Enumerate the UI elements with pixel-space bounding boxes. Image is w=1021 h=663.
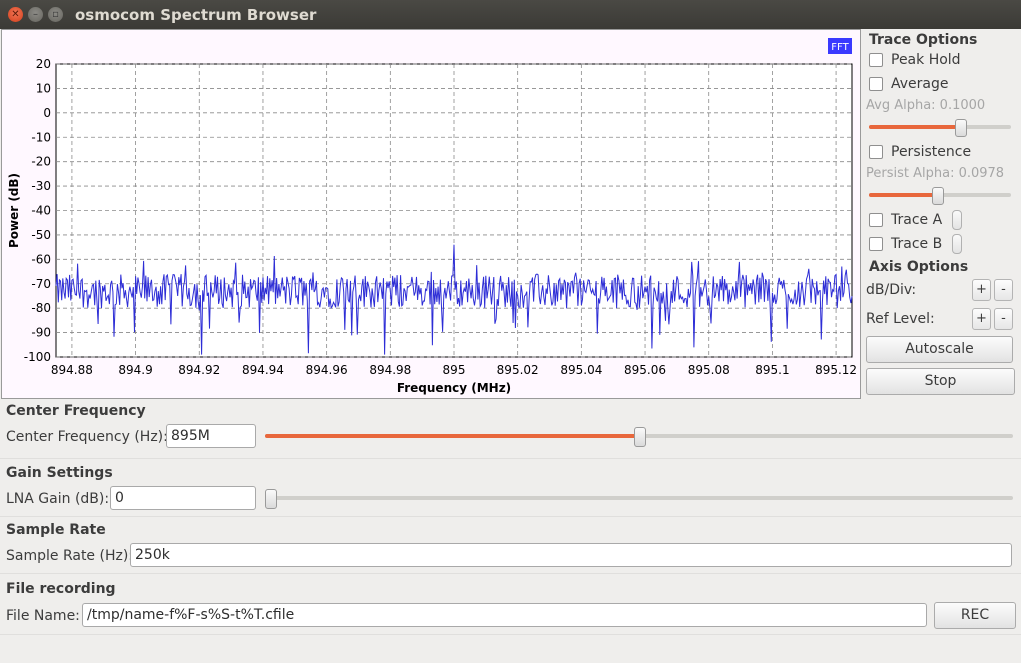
axis-options-title: Axis Options <box>869 259 969 275</box>
y-tick-label: -40 <box>31 204 51 218</box>
maximize-window-button[interactable]: ▫ <box>48 7 63 22</box>
x-tick-label: 894.94 <box>242 363 284 377</box>
average-checkbox[interactable]: Average <box>869 76 949 92</box>
peak-hold-label: Peak Hold <box>891 52 961 68</box>
y-tick-label: -80 <box>31 301 51 315</box>
x-tick-label: 895.06 <box>624 363 666 377</box>
x-tick-label: 894.88 <box>51 363 93 377</box>
y-tick-label: -50 <box>31 228 51 242</box>
peak-hold-checkbox[interactable]: Peak Hold <box>869 52 961 68</box>
trace-a-checkbox-box[interactable] <box>869 213 883 227</box>
controls-area: Center Frequency Center Frequency (Hz): … <box>0 399 1021 663</box>
y-tick-label: -30 <box>31 179 51 193</box>
trace-b-label: Trace B <box>891 236 943 252</box>
x-tick-label: 894.92 <box>178 363 220 377</box>
center-frequency-slider-handle[interactable] <box>634 427 646 447</box>
lna-gain-label: LNA Gain (dB): <box>6 491 110 507</box>
x-tick-label: 895.12 <box>815 363 857 377</box>
rec-button[interactable]: REC <box>934 602 1016 629</box>
x-tick-label: 895 <box>443 363 466 377</box>
persistence-checkbox-box[interactable] <box>869 145 883 159</box>
gain-section-title: Gain Settings <box>6 465 113 481</box>
autoscale-button[interactable]: Autoscale <box>866 336 1013 363</box>
y-tick-label: 20 <box>36 57 51 71</box>
x-tick-label: 895.1 <box>755 363 789 377</box>
trace-b-checkbox[interactable]: Trace B <box>869 236 942 252</box>
avg-alpha-slider-handle[interactable] <box>954 119 967 137</box>
separator <box>0 516 1021 517</box>
sample-rate-section-title: Sample Rate <box>6 522 106 538</box>
average-checkbox-box[interactable] <box>869 77 883 91</box>
persistence-label: Persistence <box>891 144 972 160</box>
x-tick-label: 895.08 <box>688 363 730 377</box>
sample-rate-input[interactable]: 250k <box>130 543 1012 567</box>
db-div-plus-button[interactable]: + <box>972 279 991 301</box>
lna-gain-input[interactable]: 0 <box>110 486 256 510</box>
trace-a-handle[interactable] <box>952 210 962 230</box>
file-recording-section-title: File recording <box>6 581 116 597</box>
avg-alpha-slider-fill <box>869 125 960 129</box>
options-panel: Trace Options Peak Hold Average Avg Alph… <box>862 29 1019 399</box>
y-tick-label: -70 <box>31 277 51 291</box>
db-div-label: dB/Div: <box>866 282 917 298</box>
ref-level-label: Ref Level: <box>866 311 935 327</box>
center-frequency-slider[interactable] <box>265 427 1013 447</box>
spectrum-plot[interactable]: 894.88 894.9 894.92 894.94 894.96 894.98 895 89… <box>2 30 860 398</box>
ref-level-plus-button[interactable]: + <box>972 308 991 330</box>
window-title: osmocom Spectrum Browser <box>75 6 317 24</box>
trace-b-checkbox-box[interactable] <box>869 237 883 251</box>
persist-alpha-slider-fill <box>869 193 938 197</box>
lna-gain-slider[interactable] <box>265 489 1013 509</box>
center-frequency-section-title: Center Frequency <box>6 403 146 419</box>
trace-a-checkbox[interactable]: Trace A <box>869 212 942 228</box>
x-tick-label: 894.98 <box>369 363 411 377</box>
separator <box>0 458 1021 459</box>
x-tick-label: 894.96 <box>306 363 348 377</box>
close-window-button[interactable]: ✕ <box>8 7 23 22</box>
stop-button[interactable]: Stop <box>866 368 1015 395</box>
sample-rate-label: Sample Rate (Hz): <box>6 548 134 564</box>
y-axis-label: Power (dB) <box>7 173 21 248</box>
persist-alpha-label: Persist Alpha: 0.0978 <box>866 166 1005 181</box>
y-tick-label: -10 <box>31 130 51 144</box>
center-frequency-input[interactable]: 895M <box>166 424 256 448</box>
separator <box>0 573 1021 574</box>
y-tick-label: -90 <box>31 326 51 340</box>
db-div-minus-button[interactable]: - <box>994 279 1013 301</box>
persist-alpha-slider[interactable] <box>869 187 1011 205</box>
y-tick-label: 0 <box>43 106 51 120</box>
minimize-window-button[interactable]: – <box>28 7 43 22</box>
persist-alpha-slider-handle[interactable] <box>932 187 945 205</box>
center-frequency-label: Center Frequency (Hz): <box>6 429 168 445</box>
average-label: Average <box>891 76 949 92</box>
x-tick-label: 895.04 <box>560 363 602 377</box>
x-tick-label: 895.02 <box>497 363 539 377</box>
trace-options-title: Trace Options <box>869 32 978 48</box>
separator <box>0 634 1021 635</box>
title-bar: ✕ – ▫ osmocom Spectrum Browser <box>0 0 1021 29</box>
avg-alpha-label: Avg Alpha: 0.1000 <box>866 98 986 113</box>
center-frequency-slider-fill <box>265 434 639 438</box>
file-name-label: File Name: <box>6 608 80 624</box>
y-tick-label: -60 <box>31 252 51 266</box>
spectrum-plot-panel: 894.88 894.9 894.92 894.94 894.96 894.98 895 89… <box>1 29 861 399</box>
trace-b-handle[interactable] <box>952 234 962 254</box>
x-axis-label: Frequency (MHz) <box>397 381 511 395</box>
ref-level-minus-button[interactable]: - <box>994 308 1013 330</box>
avg-alpha-slider[interactable] <box>869 119 1011 137</box>
file-name-input[interactable]: /tmp/name-f%F-s%S-t%T.cfile <box>82 603 927 627</box>
lna-gain-slider-handle[interactable] <box>265 489 277 509</box>
y-tick-label: 10 <box>36 81 51 95</box>
trace-a-label: Trace A <box>891 212 943 228</box>
y-tick-label: -100 <box>24 350 51 364</box>
fft-legend-label: FFT <box>831 42 849 53</box>
peak-hold-checkbox-box[interactable] <box>869 53 883 67</box>
x-tick-label: 894.9 <box>118 363 152 377</box>
persistence-checkbox[interactable]: Persistence <box>869 144 971 160</box>
y-tick-label: -20 <box>31 155 51 169</box>
